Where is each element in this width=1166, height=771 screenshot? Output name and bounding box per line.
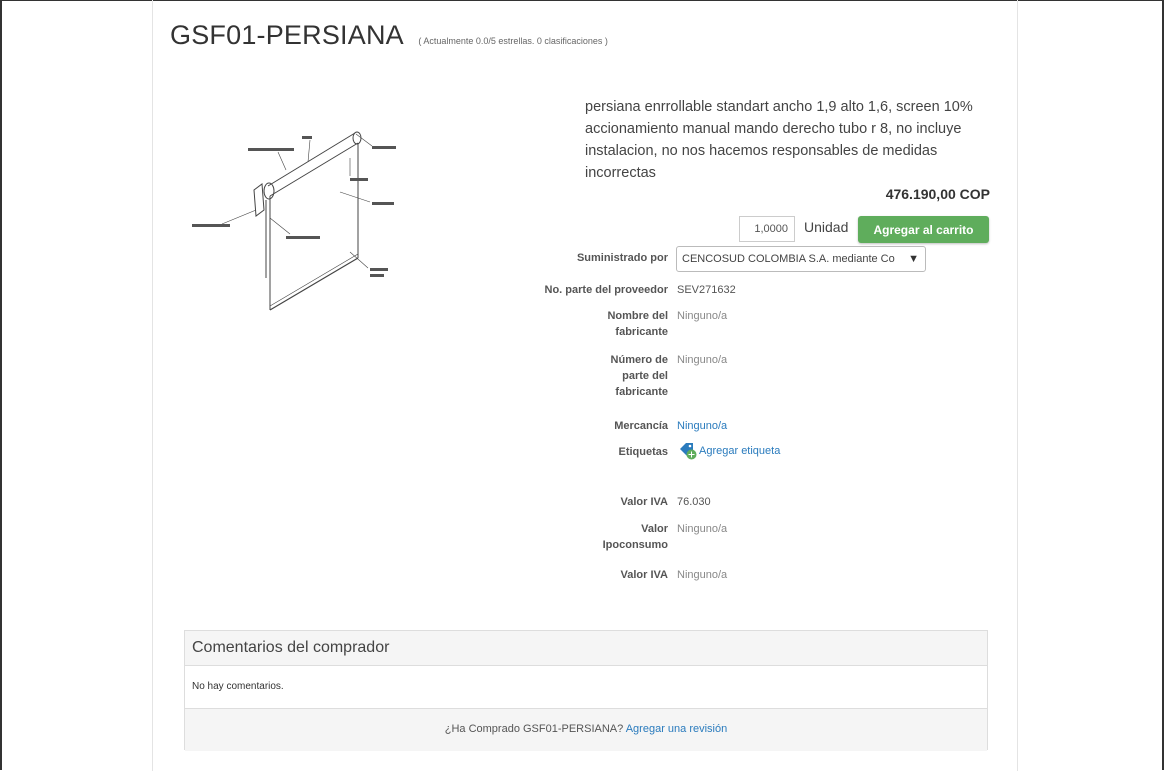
comments-panel: Comentarios del comprador No hay comenta… xyxy=(184,630,988,751)
commodity-label: Mercancía xyxy=(614,420,668,432)
add-to-cart-button[interactable]: Agregar al carrito xyxy=(858,216,989,243)
supplier-part-value: SEV271632 xyxy=(677,284,736,296)
ipoconsumo-value: Ninguno/a xyxy=(677,523,728,535)
review-question: ¿Ha Comprado GSF01-PERSIANA? xyxy=(444,723,624,735)
manufacturer-part-label-line1: Número de xyxy=(610,354,668,366)
tag-plus-icon[interactable] xyxy=(679,442,697,460)
manufacturer-name-label-line1: Nombre del xyxy=(607,310,668,322)
supplier-part-label: No. parte del proveedor xyxy=(544,284,668,296)
manufacturer-name-label-line2: fabricante xyxy=(615,326,668,338)
comments-empty-text: No hay comentarios. xyxy=(192,681,284,692)
title-row: GSF01-PERSIANA ( Actualmente 0.0/5 estre… xyxy=(170,20,608,51)
ipoconsumo-label-line2: Ipoconsumo xyxy=(602,539,668,551)
rating-text: ( Actualmente 0.0/5 estrellas. 0 clasifi… xyxy=(418,36,608,46)
price-value: 476.190,00 COP xyxy=(885,186,990,202)
manufacturer-name-value: Ninguno/a xyxy=(677,310,728,322)
comments-header: Comentarios del comprador xyxy=(185,631,987,666)
manufacturer-part-label-line2: parte del xyxy=(622,370,668,382)
chevron-down-icon: ▼ xyxy=(908,253,919,265)
add-review-link[interactable]: Agregar una revisión xyxy=(626,723,728,735)
comments-footer: ¿Ha Comprado GSF01-PERSIANA? Agregar una… xyxy=(185,708,987,751)
unit-label: Unidad xyxy=(804,219,849,235)
manufacturer-name-label: Nombre del fabricante xyxy=(508,308,668,340)
manufacturer-part-label: Número de parte del fabricante xyxy=(508,352,668,400)
supplier-select-value: CENCOSUD COLOMBIA S.A. mediante Co xyxy=(682,253,895,265)
product-image xyxy=(192,131,396,311)
product-title: GSF01-PERSIANA xyxy=(170,20,404,50)
manufacturer-part-value: Ninguno/a xyxy=(677,354,728,366)
iva2-value: Ninguno/a xyxy=(677,569,728,581)
add-tag-link[interactable]: Agregar etiqueta xyxy=(699,445,780,457)
ipoconsumo-label: Valor Ipoconsumo xyxy=(508,521,668,553)
tags-label: Etiquetas xyxy=(618,446,668,458)
ipoconsumo-label-line1: Valor xyxy=(641,523,668,535)
manufacturer-part-label-line3: fabricante xyxy=(615,386,668,398)
iva2-label: Valor IVA xyxy=(620,569,668,581)
quantity-input[interactable] xyxy=(739,216,795,242)
product-description: persiana enrrollable standart ancho 1,9 … xyxy=(585,99,973,181)
iva-label: Valor IVA xyxy=(620,496,668,508)
supplier-label: Suministrado por xyxy=(576,252,668,264)
commodity-link[interactable]: Ninguno/a xyxy=(677,418,727,434)
supplier-select[interactable]: CENCOSUD COLOMBIA S.A. mediante Co ▼ xyxy=(676,246,926,272)
product-price: 476.190,00 COP xyxy=(886,186,990,202)
iva-value: 76.030 xyxy=(677,496,711,508)
